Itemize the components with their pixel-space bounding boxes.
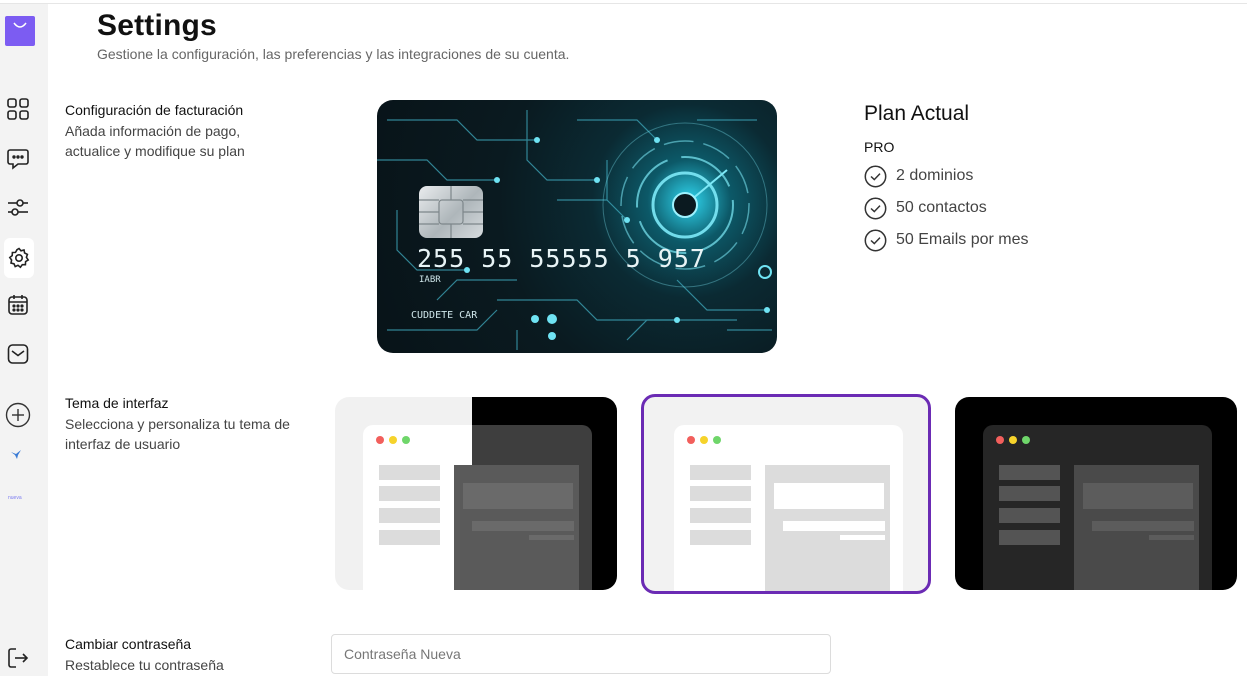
logout-icon[interactable] bbox=[5, 645, 31, 671]
password-description: Restablece tu contraseña bbox=[65, 657, 224, 673]
window-dot-red bbox=[687, 436, 695, 444]
tiny-label[interactable]: nueva bbox=[8, 495, 22, 501]
chat-icon[interactable] bbox=[5, 145, 31, 171]
preview-line bbox=[379, 530, 440, 545]
logo-smile-icon bbox=[13, 22, 27, 28]
preview-line bbox=[690, 465, 751, 480]
preview-line bbox=[690, 530, 751, 545]
theme-option-dark[interactable] bbox=[955, 397, 1237, 590]
theme-description: Selecciona y personaliza tu tema de inte… bbox=[65, 416, 290, 452]
window-dot-green bbox=[713, 436, 721, 444]
dashboard-icon[interactable] bbox=[5, 96, 31, 122]
preview-line bbox=[783, 521, 885, 531]
theme-preview-window bbox=[363, 425, 592, 590]
check-circle-icon bbox=[864, 229, 887, 251]
preview-line bbox=[999, 465, 1060, 480]
preview-line bbox=[690, 508, 751, 523]
plan-feature: 50 Emails por mes bbox=[864, 228, 1029, 252]
preview-line bbox=[840, 535, 885, 540]
preview-panel bbox=[454, 465, 579, 590]
preview-panel bbox=[765, 465, 890, 591]
top-border bbox=[0, 0, 1247, 4]
preview-line bbox=[1083, 483, 1193, 509]
calendar-icon[interactable] bbox=[5, 292, 31, 318]
theme-title: Tema de interfaz bbox=[65, 395, 169, 411]
bird-icon[interactable] bbox=[8, 446, 24, 462]
mail-icon[interactable] bbox=[5, 341, 31, 367]
theme-preview-window bbox=[983, 425, 1212, 590]
theme-option-system[interactable] bbox=[335, 397, 617, 590]
window-dot-green bbox=[1022, 436, 1030, 444]
plan-feature-label: 50 Emails por mes bbox=[896, 231, 1029, 248]
check-circle-icon bbox=[864, 165, 887, 187]
window-dot-yellow bbox=[1009, 436, 1017, 444]
page-subtitle: Gestione la configuración, las preferenc… bbox=[97, 46, 570, 62]
window-dot-yellow bbox=[700, 436, 708, 444]
preview-line bbox=[463, 483, 573, 509]
card-chip bbox=[419, 186, 483, 238]
plus-icon[interactable] bbox=[5, 402, 31, 428]
preview-line bbox=[999, 530, 1060, 545]
password-title: Cambiar contraseña bbox=[65, 636, 192, 652]
window-dot-red bbox=[996, 436, 1004, 444]
preview-line bbox=[379, 465, 440, 480]
plan-title: Plan Actual bbox=[864, 102, 970, 125]
preview-line bbox=[379, 486, 440, 501]
preview-line bbox=[1092, 521, 1194, 531]
card-sub-text: IABR bbox=[419, 275, 441, 285]
billing-title: Configuración de facturación bbox=[65, 102, 244, 118]
app-logo[interactable] bbox=[5, 16, 35, 46]
page-title: Settings bbox=[97, 9, 217, 42]
plan-feature-label: 2 dominios bbox=[896, 167, 974, 184]
preview-line bbox=[690, 486, 751, 501]
sliders-icon[interactable] bbox=[5, 194, 31, 220]
preview-line bbox=[472, 521, 574, 531]
preview-line bbox=[774, 483, 884, 509]
check-circle-icon bbox=[864, 197, 887, 219]
credit-card-image[interactable]: 255 55 55555 5 957 IABR CUDDETE CAR bbox=[377, 100, 777, 353]
plan-name: PRO bbox=[864, 139, 895, 155]
plan-feature: 50 contactos bbox=[864, 196, 987, 220]
preview-line bbox=[379, 508, 440, 523]
preview-line bbox=[1149, 535, 1194, 540]
theme-option-light[interactable] bbox=[641, 394, 931, 594]
window-dot-red bbox=[376, 436, 384, 444]
card-holder-name: CUDDETE CAR bbox=[411, 310, 478, 321]
plan-feature-label: 50 contactos bbox=[896, 199, 987, 216]
window-dot-green bbox=[402, 436, 410, 444]
sidebar: nueva bbox=[0, 4, 48, 676]
new-password-input[interactable] bbox=[331, 634, 831, 674]
preview-line bbox=[999, 486, 1060, 501]
preview-line bbox=[999, 508, 1060, 523]
window-dot-yellow bbox=[389, 436, 397, 444]
plan-feature: 2 dominios bbox=[864, 164, 973, 188]
preview-line bbox=[529, 535, 574, 540]
theme-preview-window bbox=[674, 425, 903, 591]
preview-panel bbox=[1074, 465, 1199, 590]
card-number: 255 55 55555 5 957 bbox=[417, 244, 706, 273]
billing-description: Añada información de pago, actualice y m… bbox=[65, 123, 245, 159]
gear-icon[interactable] bbox=[4, 238, 34, 278]
